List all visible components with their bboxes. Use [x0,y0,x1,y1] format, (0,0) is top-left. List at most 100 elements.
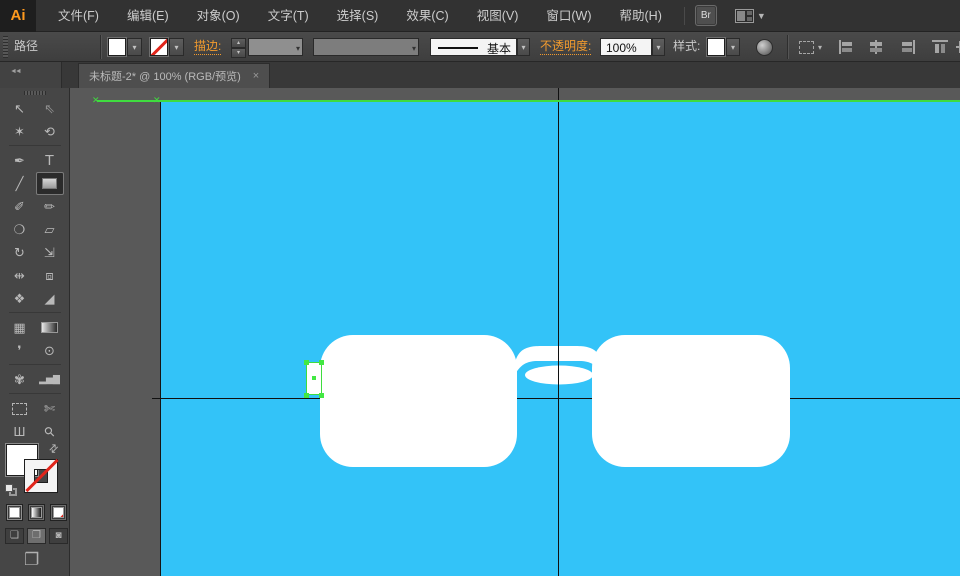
canvas-area[interactable]: ✕ ✕ [70,88,960,576]
divider [787,35,788,59]
zoom-tool[interactable]: ⚲ [35,420,65,443]
selection-handle[interactable] [319,393,324,398]
style-dropdown[interactable]: ▾ [726,38,740,56]
blend-tool[interactable]: ⊙ [35,339,65,362]
chevron-down-icon: ▾ [412,44,416,53]
bridge-button[interactable]: Br [695,5,717,26]
opacity-value: 100% [606,40,637,56]
stroke-weight-select[interactable]: ▾ [248,38,303,56]
selection-handle[interactable] [304,393,309,398]
gradient-button[interactable] [28,504,45,521]
menu-edit[interactable]: 编辑(E) [118,0,178,32]
document-tab[interactable]: 未标题-2* @ 100% (RGB/预览) × [78,63,270,88]
workspace-icon [735,9,754,23]
direct-selection-tool[interactable]: ⇖ [35,97,65,120]
magic-wand-tool[interactable]: ✶ [5,120,35,143]
collapse-panel-icon[interactable]: ◄◄ [10,68,20,75]
paintbrush-tool[interactable]: ✐ [5,195,35,218]
panel-grip[interactable] [3,36,8,58]
rotate-tool[interactable]: ↻ [5,241,35,264]
scale-tool[interactable]: ⇲ [35,241,65,264]
align-top-icon[interactable] [932,40,948,54]
symbol-sprayer-tool[interactable]: ✾ [5,368,35,391]
menu-type[interactable]: 文字(T) [259,0,318,32]
align-vertical-center-icon[interactable] [956,40,960,54]
transform-bounds-icon[interactable] [799,41,814,54]
draw-normal-button[interactable]: ❏ [5,528,24,544]
lasso-tool[interactable]: ⟲ [35,120,65,143]
align-left-icon[interactable] [838,40,854,54]
anchor-marker[interactable]: ✕ [92,95,100,106]
center-point[interactable] [312,376,316,380]
chevron-down-icon: ▼ [757,11,766,21]
artboard-tool[interactable] [5,397,35,420]
opacity-input[interactable]: 100% [600,38,652,56]
workspace-switcher[interactable]: ▼ [735,9,766,23]
eraser-tool[interactable]: ▱ [35,218,65,241]
menu-select[interactable]: 选择(S) [328,0,388,32]
draw-behind-button[interactable]: ❐ [27,528,46,544]
free-transform-tool[interactable]: ⧈ [35,264,65,287]
close-icon[interactable]: × [253,70,259,82]
menu-object[interactable]: 对象(O) [188,0,249,32]
column-graph-tool[interactable]: ▂▅▇ [35,368,65,391]
style-swatch[interactable] [707,38,725,56]
stepper-up-icon[interactable]: ▴ [231,38,246,48]
stroke-panel-link[interactable]: 描边: [194,39,221,55]
opacity-panel-link[interactable]: 不透明度: [540,39,591,55]
shape-builder-tool[interactable]: ❖ [5,287,35,310]
recolor-artwork-icon[interactable] [756,39,773,56]
menu-effect[interactable]: 效果(C) [397,0,457,32]
menu-file[interactable]: 文件(F) [49,0,108,32]
line-segment-tool[interactable]: ╱ [5,172,35,195]
right-lens[interactable] [592,335,790,467]
selection-type-label: 路径 [14,32,38,61]
selection-tool[interactable]: ↖ [5,97,35,120]
brush-definition-dropdown[interactable]: ▾ [517,38,530,56]
none-button[interactable] [50,504,67,521]
fill-color-dropdown[interactable]: ▾ [127,38,142,56]
eyedropper-tool[interactable]: ❜ [5,339,35,362]
mesh-tool[interactable]: ▦ [5,316,35,339]
stepper-down-icon[interactable]: ▾ [231,48,246,58]
width-profile-select[interactable]: ▾ [313,38,419,56]
perspective-grid-tool[interactable]: ◢ [35,287,65,310]
color-white-icon [9,507,20,518]
brush-definition-value: 基本 [487,40,511,57]
blob-brush-tool[interactable]: ❍ [5,218,35,241]
hand-tool[interactable]: Ш [5,420,35,443]
align-horizontal-center-icon[interactable] [868,40,884,54]
stroke-color-swatch[interactable] [150,38,168,56]
draw-inside-button[interactable]: ◙ [49,528,68,544]
color-button[interactable] [6,504,23,521]
bridge-ellipse[interactable] [525,366,593,385]
rectangle-tool[interactable] [36,172,64,195]
anchor-marker[interactable]: ✕ [153,95,161,106]
stroke-weight-stepper[interactable]: ▴ ▾ [231,38,246,56]
selection-handle[interactable] [319,360,324,365]
menu-bar: Ai 文件(F) 编辑(E) 对象(O) 文字(T) 选择(S) 效果(C) 视… [0,0,960,32]
pen-tool[interactable]: ✒ [5,149,35,172]
gradient-icon [41,322,58,333]
fill-color-swatch[interactable] [108,38,126,56]
width-tool[interactable]: ⇹ [5,264,35,287]
menu-help[interactable]: 帮助(H) [611,0,671,32]
slice-tool[interactable]: ✄ [35,397,65,420]
menu-window[interactable]: 窗口(W) [537,0,600,32]
brush-definition-select[interactable]: 基本 [430,38,517,56]
gradient-tool[interactable] [35,316,65,339]
selection-handle[interactable] [304,360,309,365]
stroke-color-dropdown[interactable]: ▾ [169,38,184,56]
type-tool[interactable]: T [35,149,65,172]
none-icon [53,507,64,518]
document-tab-bar: ◄◄ 未标题-2* @ 100% (RGB/预览) × [0,62,960,88]
swap-fill-stroke-icon[interactable]: ⇄ [46,441,62,457]
left-lens[interactable] [320,335,517,467]
align-right-icon[interactable] [900,40,916,54]
default-fill-stroke-icon[interactable] [5,484,19,498]
menu-view[interactable]: 视图(V) [468,0,528,32]
opacity-dropdown[interactable]: ▾ [652,38,665,56]
panel-grip[interactable] [24,91,46,95]
pencil-tool[interactable]: ✏ [35,195,65,218]
screen-mode-button[interactable]: ❐ [24,550,39,570]
